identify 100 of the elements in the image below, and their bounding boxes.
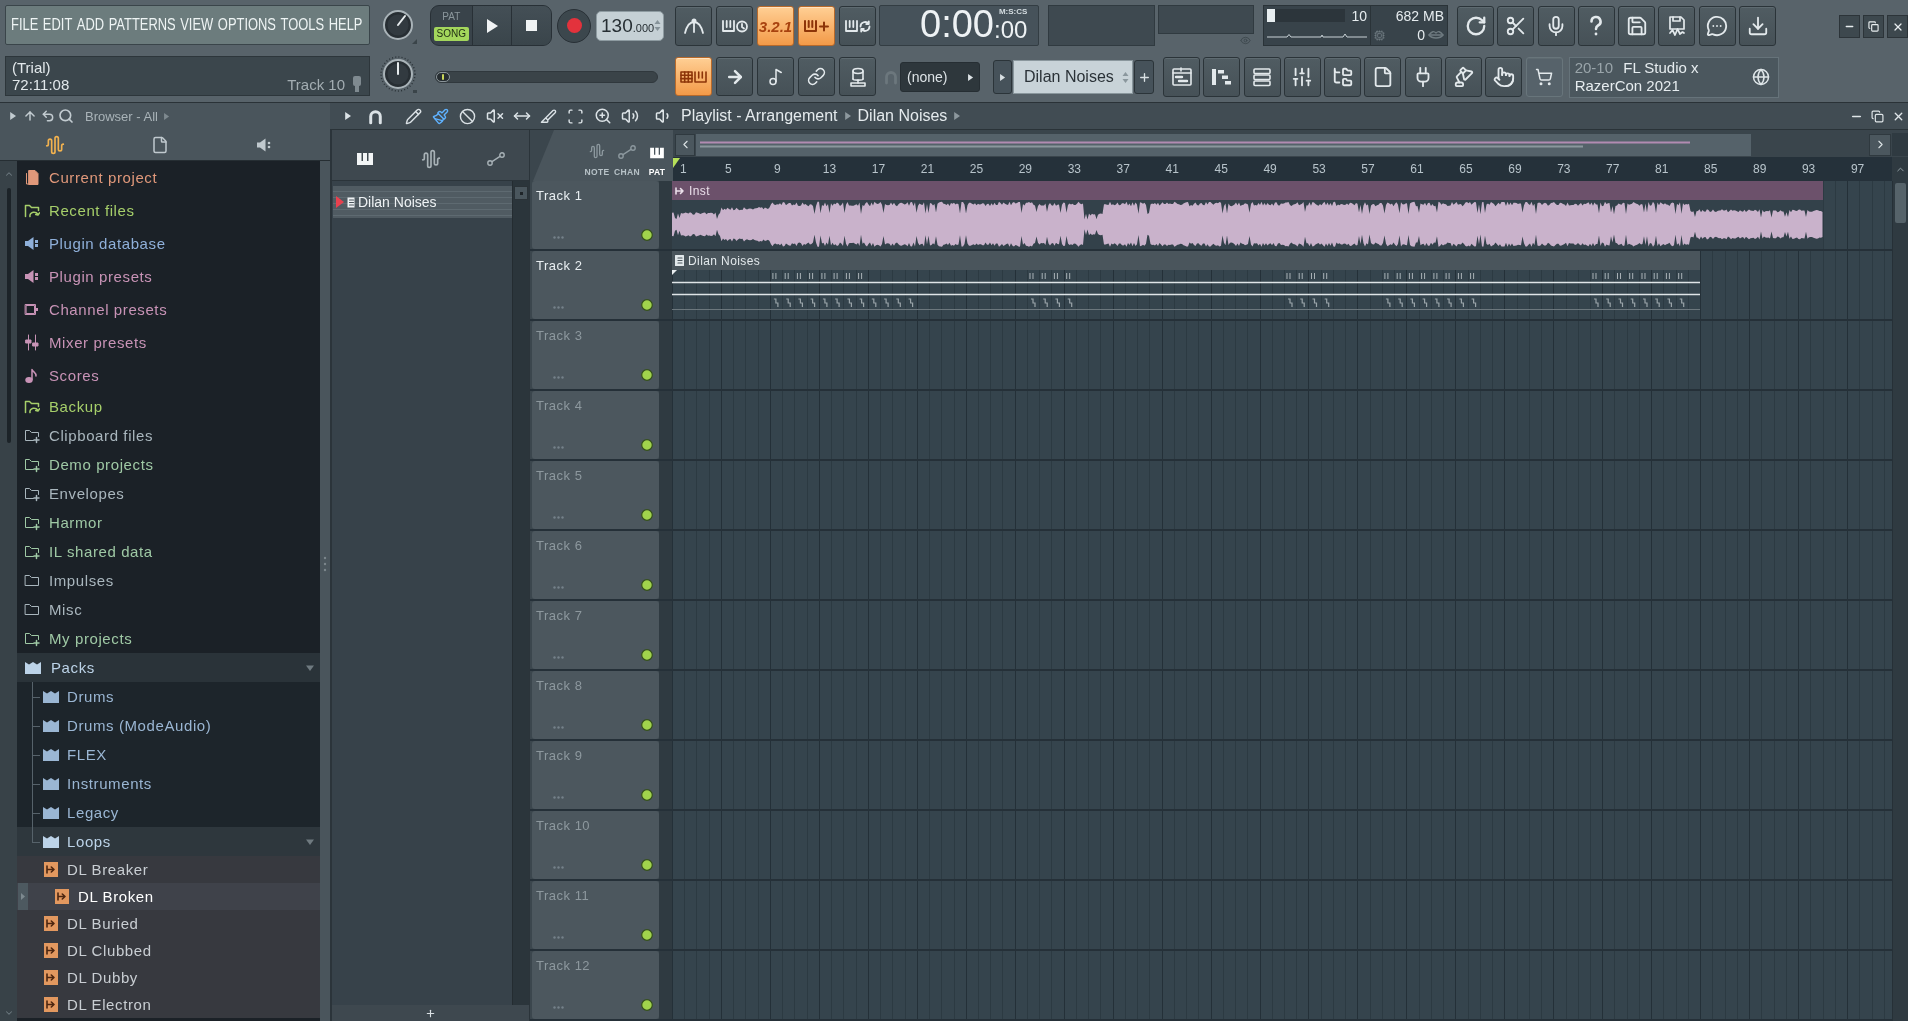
browser-item[interactable]: Harmor bbox=[17, 508, 320, 537]
scrollbar[interactable] bbox=[1892, 181, 1908, 1021]
pattern-menu-button[interactable] bbox=[993, 60, 1012, 94]
lamp-button[interactable] bbox=[1445, 57, 1483, 97]
scrollbar-thumb[interactable] bbox=[6, 188, 11, 443]
breadcrumb-item[interactable]: Dilan Noises bbox=[857, 107, 948, 125]
cart-button[interactable] bbox=[1525, 57, 1563, 97]
add-pattern-button[interactable] bbox=[1134, 60, 1154, 94]
browser-item[interactable]: Backup bbox=[17, 392, 320, 421]
mode-tab[interactable]: SONG bbox=[434, 27, 469, 41]
stop-button[interactable] bbox=[511, 6, 551, 45]
close-button[interactable] bbox=[1887, 15, 1908, 38]
enable-dot-icon[interactable] bbox=[641, 579, 653, 591]
browser-item[interactable]: Scores bbox=[17, 359, 320, 392]
scroll-right-button[interactable] bbox=[1869, 133, 1891, 156]
tempo-field[interactable]: 130.000 bbox=[596, 10, 664, 41]
chat-button[interactable] bbox=[1698, 5, 1736, 46]
browser-item[interactable]: DL Buried bbox=[17, 910, 320, 937]
browser-item[interactable]: Impulses bbox=[17, 566, 320, 595]
record-button[interactable] bbox=[557, 8, 591, 43]
scissors-button[interactable] bbox=[1497, 5, 1535, 46]
restore-button[interactable] bbox=[1863, 15, 1884, 38]
knob-icon[interactable] bbox=[380, 56, 418, 94]
browser-item[interactable]: Loops bbox=[17, 827, 320, 856]
refresh-button[interactable] bbox=[1457, 5, 1494, 46]
menu-item[interactable]: PATTERNS bbox=[108, 15, 176, 35]
enable-dot-icon[interactable] bbox=[641, 229, 653, 241]
browser-item[interactable]: Recent files bbox=[17, 194, 320, 227]
step-edit-button[interactable] bbox=[798, 6, 835, 46]
enable-dot-icon[interactable] bbox=[641, 299, 653, 311]
enable-dot-icon[interactable] bbox=[641, 719, 653, 731]
scrollbar[interactable] bbox=[0, 161, 17, 1021]
enable-dot-icon[interactable] bbox=[641, 859, 653, 871]
browser-item[interactable]: Plugin database bbox=[17, 227, 320, 260]
browser-item[interactable]: Packs bbox=[17, 653, 320, 682]
enable-dot-icon[interactable] bbox=[641, 649, 653, 661]
track-header[interactable]: Track 2 bbox=[532, 251, 659, 319]
metronome-button[interactable] bbox=[675, 6, 712, 46]
search-icon[interactable] bbox=[58, 108, 74, 124]
browser-item[interactable]: Legacy bbox=[17, 798, 320, 827]
mixer-button[interactable] bbox=[1283, 57, 1321, 97]
slider-thumb[interactable] bbox=[436, 72, 450, 82]
view-mode-button[interactable]: CHAN bbox=[612, 145, 642, 177]
plugin-button[interactable] bbox=[1404, 57, 1442, 97]
scroll-left-button[interactable] bbox=[675, 133, 695, 156]
enable-dot-icon[interactable] bbox=[641, 789, 653, 801]
browser-item[interactable]: Demo projects bbox=[17, 450, 320, 479]
channel-rack-button[interactable] bbox=[1243, 57, 1281, 97]
snap-dropdown[interactable]: (none) bbox=[900, 62, 980, 92]
scrollbar-thumb[interactable] bbox=[1895, 183, 1906, 223]
song-overview[interactable] bbox=[696, 133, 1751, 156]
browser-item[interactable]: Channel presets bbox=[17, 293, 320, 326]
restore-icon[interactable] bbox=[1871, 109, 1884, 123]
menu-item[interactable]: EDIT bbox=[42, 15, 73, 35]
microphone-button[interactable] bbox=[1537, 5, 1575, 46]
position-slider[interactable] bbox=[435, 71, 658, 83]
project-button[interactable] bbox=[1364, 57, 1402, 97]
browser-item[interactable]: DL Breaker bbox=[17, 856, 320, 883]
menu-item[interactable]: VIEW bbox=[180, 15, 214, 35]
pattern-item[interactable]: Dilan Noises bbox=[333, 186, 512, 218]
browser-item[interactable]: DL Clubbed bbox=[17, 937, 320, 964]
menu-item[interactable]: FILE bbox=[11, 15, 39, 35]
triangle-right-icon[interactable] bbox=[9, 112, 17, 120]
browser-item[interactable]: My projects bbox=[17, 624, 320, 653]
link-button[interactable] bbox=[798, 57, 835, 96]
browser-item[interactable]: Instruments bbox=[17, 769, 320, 798]
track-header[interactable]: Track 1 bbox=[532, 181, 659, 249]
browser-item[interactable]: Misc bbox=[17, 595, 320, 624]
pattern-field[interactable]: Dilan Noises bbox=[1013, 60, 1133, 94]
enable-dot-icon[interactable] bbox=[641, 369, 653, 381]
browser-item[interactable]: Mixer presets bbox=[17, 326, 320, 359]
wait-input-button[interactable] bbox=[716, 6, 753, 46]
menu-item[interactable]: HELP bbox=[328, 15, 363, 35]
menu-item[interactable]: TOOLS bbox=[280, 15, 325, 35]
scrollbar[interactable] bbox=[512, 181, 529, 1005]
browser-button[interactable] bbox=[1324, 57, 1362, 97]
browser-item[interactable]: Plugin presets bbox=[17, 260, 320, 293]
browser-item[interactable]: IL shared data bbox=[17, 537, 320, 566]
piano-roll-button[interactable] bbox=[1203, 57, 1241, 97]
view-mode-button[interactable]: NOTE bbox=[582, 143, 612, 177]
knob-button[interactable] bbox=[839, 57, 876, 96]
timeline-ruler[interactable]: 1 5 9 13 17 21 25 29 33 37 41 45 49 53 57 61 65 69 73 77 81 85 89 93 97 bbox=[673, 157, 1892, 181]
enable-dot-icon[interactable] bbox=[641, 509, 653, 521]
save-button[interactable] bbox=[1618, 5, 1656, 46]
browser-item[interactable]: Current project bbox=[17, 161, 320, 194]
browser-item[interactable]: FLEX bbox=[17, 740, 320, 769]
undo-icon[interactable] bbox=[41, 109, 55, 123]
browser-item[interactable]: DL Dubby bbox=[17, 964, 320, 991]
news-panel[interactable]: 20-10 FL Studio x RazerCon 2021 bbox=[1568, 56, 1779, 98]
save-audio-button[interactable] bbox=[1658, 5, 1696, 46]
note-button[interactable] bbox=[757, 57, 794, 96]
browser-item[interactable]: Envelopes bbox=[17, 479, 320, 508]
audio-clip[interactable]: Inst bbox=[672, 181, 1823, 249]
knob-icon[interactable] bbox=[380, 7, 418, 45]
browser-item[interactable]: Drums (ModeAudio) bbox=[17, 711, 320, 740]
menu-item[interactable]: ADD bbox=[76, 15, 105, 35]
menu-item[interactable]: OPTIONS bbox=[217, 15, 276, 35]
play-button[interactable] bbox=[471, 6, 512, 45]
hand-button[interactable] bbox=[1485, 57, 1523, 97]
enable-dot-icon[interactable] bbox=[641, 439, 653, 451]
